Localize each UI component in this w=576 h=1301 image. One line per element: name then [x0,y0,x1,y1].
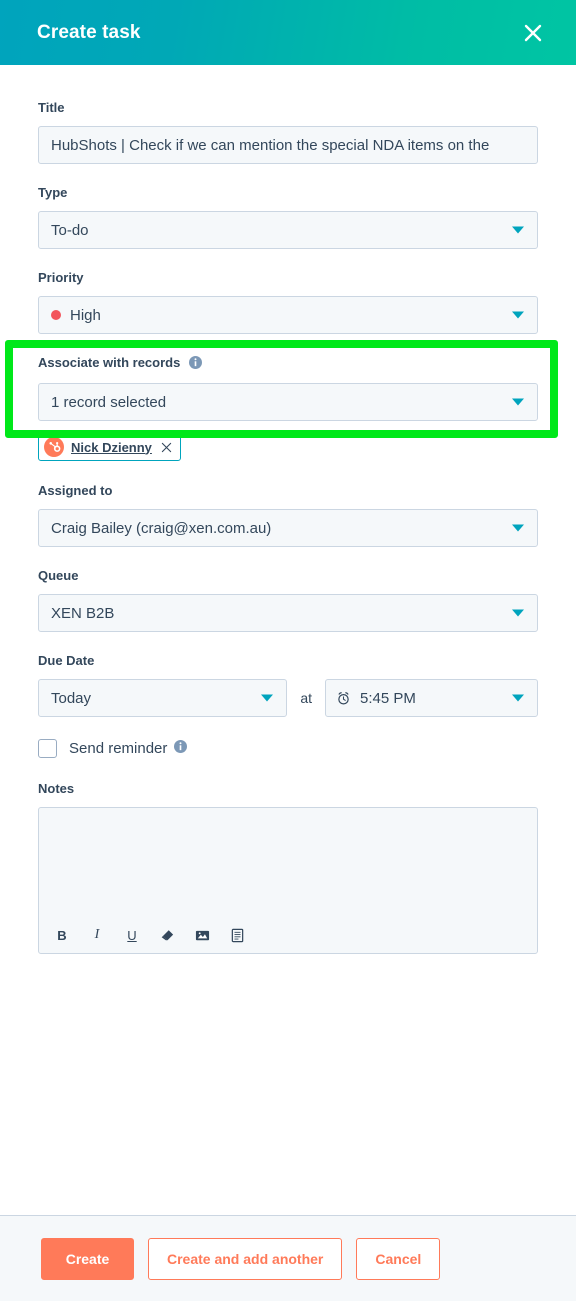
chevron-down-icon [512,311,524,319]
field-notes: Notes B I U [38,781,538,954]
create-task-form: Title HubShots | Check if we can mention… [0,65,576,954]
queue-label: Queue [38,568,79,583]
italic-icon[interactable]: I [86,924,108,946]
info-icon[interactable] [188,356,202,373]
due-date-select[interactable]: Today [38,679,288,717]
hubspot-sprocket-icon [44,437,64,457]
chevron-down-icon [261,694,274,702]
field-queue: Queue XEN B2B [38,568,538,632]
notes-label: Notes [38,781,75,796]
send-reminder-checkbox[interactable] [38,739,57,758]
associate-records-select[interactable]: 1 record selected [38,383,538,421]
send-reminder-label: Send reminder [69,740,168,757]
field-assigned-to: Assigned to Craig Bailey (craig@xen.com.… [38,483,538,547]
priority-dot-icon [51,310,61,320]
remove-chip-button[interactable] [161,442,172,453]
dialog-header: Create task [0,0,576,65]
send-reminder-checkbox-row[interactable]: Send reminder [38,739,538,758]
field-title: Title HubShots | Check if we can mention… [38,65,538,164]
cancel-button[interactable]: Cancel [356,1237,441,1280]
field-due-date: Due Date Today at 5:45 PM [38,653,538,717]
type-select-value: To-do [51,221,89,239]
assigned-to-select[interactable]: Craig Bailey (craig@xen.com.au) [38,509,538,547]
priority-select-value: High [70,306,101,324]
assigned-to-value: Craig Bailey (craig@xen.com.au) [51,519,272,537]
chevron-down-icon [512,694,524,702]
close-button[interactable] [518,18,548,48]
bold-icon[interactable]: B [51,924,73,946]
chevron-down-icon [512,226,524,234]
associate-records-label: Associate with records [38,355,538,373]
chevron-down-icon [512,524,524,532]
image-icon[interactable] [191,924,213,946]
notes-editor[interactable]: B I U [38,807,538,954]
close-icon [522,22,544,44]
assigned-to-label: Assigned to [38,483,113,498]
associated-record-chip[interactable]: Nick Dzienny [38,433,181,461]
title-input[interactable]: HubShots | Check if we can mention the s… [38,126,538,164]
alarm-clock-icon [336,691,351,706]
dialog-footer: Create Create and add another Cancel [0,1215,576,1301]
chevron-down-icon [512,609,524,617]
chevron-down-icon [512,398,524,406]
type-label: Type [38,185,68,200]
priority-select[interactable]: High [38,296,538,334]
associated-record-chip-list: Nick Dzienny [38,433,538,461]
associated-record-name[interactable]: Nick Dzienny [71,440,152,455]
queue-select[interactable]: XEN B2B [38,594,538,632]
bold-glyph: B [57,927,67,943]
underline-glyph: U [127,927,137,943]
field-associate-records: Associate with records 1 record selected [38,355,538,461]
associate-records-label-text: Associate with records [38,355,181,370]
title-label: Title [38,100,65,115]
field-type: Type To-do [38,185,538,249]
info-icon[interactable] [174,739,188,758]
queue-value: XEN B2B [51,604,115,622]
underline-icon[interactable]: U [121,924,143,946]
page-title: Create task [37,21,141,43]
eraser-icon[interactable] [156,924,178,946]
title-input-value: HubShots | Check if we can mention the s… [51,136,490,154]
due-date-label: Due Date [38,653,95,668]
due-date-row: Today at 5:45 PM [38,679,538,717]
italic-glyph: I [94,927,100,942]
associate-records-value: 1 record selected [51,393,167,411]
due-date-at-text: at [300,690,313,706]
create-and-add-another-button[interactable]: Create and add another [148,1237,343,1280]
notes-editor-toolbar: B I U [39,917,537,953]
due-time-select[interactable]: 5:45 PM [325,679,538,717]
due-time-value: 5:45 PM [360,689,416,707]
snippet-icon[interactable] [226,924,248,946]
field-priority: Priority High [38,270,538,334]
create-button[interactable]: Create [41,1237,134,1280]
due-date-value: Today [51,689,92,707]
priority-label: Priority [38,270,84,285]
type-select[interactable]: To-do [38,211,538,249]
